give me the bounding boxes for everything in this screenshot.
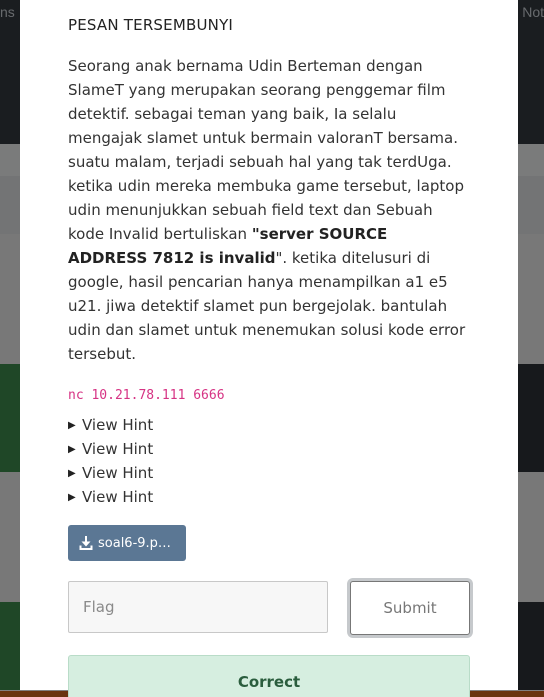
submit-button[interactable]: Submit [350,581,470,635]
description-text: Seorang anak bernama Udin Berteman denga… [68,57,464,243]
disclosure-triangle-icon: ▶ [68,419,76,431]
flag-submit-row: Submit [68,581,470,635]
hint-toggle[interactable]: ▶ View Hint [68,485,470,509]
connection-info: nc 10.21.78.111 6666 [68,388,225,403]
hint-list: ▶ View Hint ▶ View Hint ▶ View Hint ▶ Vi… [68,413,470,509]
modal-title: PESAN TERSEMBUNYI [68,16,234,34]
hint-label: View Hint [82,464,154,482]
disclosure-triangle-icon: ▶ [68,467,76,479]
challenge-modal: PESAN TERSEMBUNYI Seorang anak bernama U… [20,0,518,697]
hint-toggle[interactable]: ▶ View Hint [68,461,470,485]
download-icon [79,536,93,550]
hint-label: View Hint [82,440,154,458]
disclosure-triangle-icon: ▶ [68,491,76,503]
hint-toggle[interactable]: ▶ View Hint [68,413,470,437]
challenge-description: Seorang anak bernama Udin Berteman denga… [68,54,470,366]
flag-input[interactable] [68,581,328,633]
hint-label: View Hint [82,488,154,506]
hint-toggle[interactable]: ▶ View Hint [68,437,470,461]
hint-label: View Hint [82,416,154,434]
correct-status-message: Correct [68,655,470,697]
file-download-label: soal6-9.pc... [98,535,176,551]
disclosure-triangle-icon: ▶ [68,443,76,455]
file-download-button[interactable]: soal6-9.pc... [68,525,186,561]
